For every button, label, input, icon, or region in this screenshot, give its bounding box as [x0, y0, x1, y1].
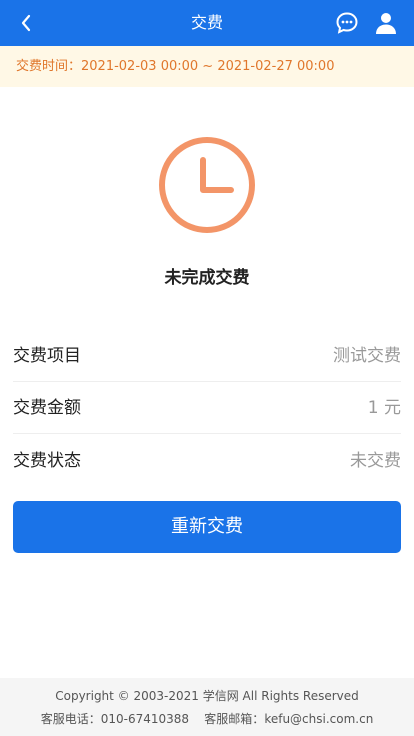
detail-value-status: 未交费	[350, 451, 401, 471]
detail-row-status: 交费状态 未交费	[13, 435, 401, 487]
footer: Copyright © 2003-2021 学信网 All Rights Res…	[0, 678, 414, 736]
detail-row-amount: 交费金额 1 元	[13, 382, 401, 434]
phone-label: 客服电话：	[40, 712, 101, 726]
phone-number: 010-67410388	[100, 712, 190, 726]
contact-info: 客服电话：010-67410388 客服邮箱：kefu@chsi.com.cn	[0, 710, 414, 727]
chat-bubble-icon	[336, 12, 358, 34]
payment-period-notice: 交费时间：2021-02-03 00:00 ~ 2021-02-27 00:00	[0, 46, 414, 87]
user-icon	[376, 13, 396, 34]
detail-row-item: 交费项目 测试交费	[13, 330, 401, 382]
detail-label-amount: 交费金额	[13, 398, 81, 418]
user-center-button[interactable]	[372, 9, 400, 37]
payment-status-title: 未完成交费	[164, 268, 250, 288]
detail-label-status: 交费状态	[13, 451, 81, 471]
clock-icon	[159, 137, 255, 233]
copyright-text: Copyright © 2003-2021 学信网 All Rights Res…	[55, 689, 359, 703]
payment-period-text: 交费时间：2021-02-03 00:00 ~ 2021-02-27 00:00	[16, 46, 334, 87]
top-navigation-bar: 交费	[0, 0, 414, 46]
email-label: 客服邮箱：	[204, 712, 265, 726]
detail-label-item: 交费项目	[13, 346, 81, 366]
payment-period-label: 交费时间：	[16, 59, 82, 74]
email-link[interactable]: kefu@chsi.com.cn	[264, 712, 373, 726]
detail-value-item: 测试交费	[333, 346, 401, 366]
repay-button[interactable]: 重新交费	[13, 501, 401, 553]
customer-service-button[interactable]	[334, 10, 360, 36]
detail-value-amount: 1 元	[367, 398, 401, 418]
payment-period-range: 2021-02-03 00:00 ~ 2021-02-27 00:00	[81, 59, 335, 74]
